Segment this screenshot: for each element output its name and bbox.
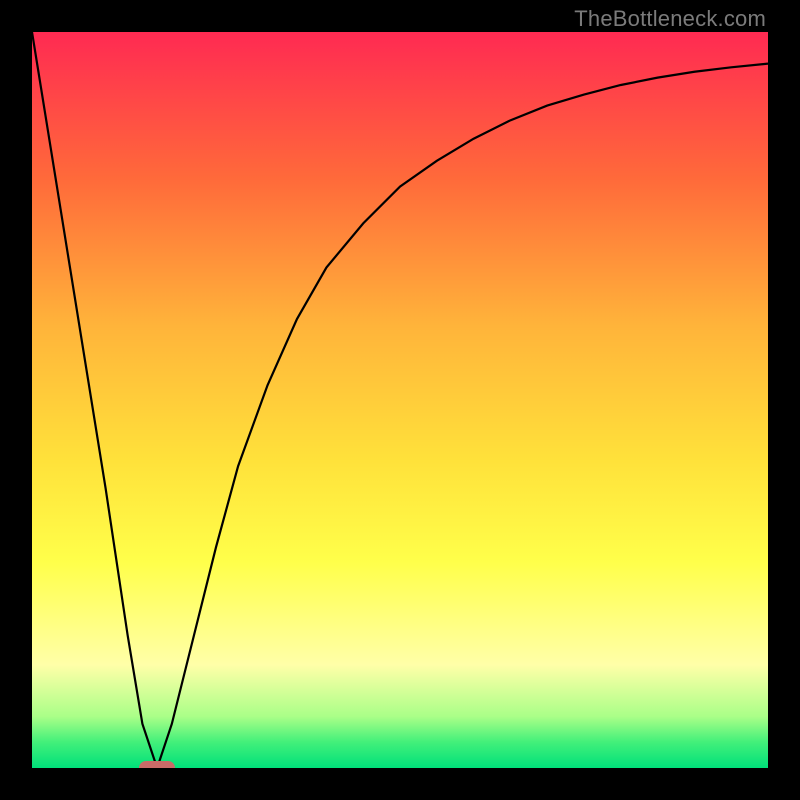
bottleneck-curve <box>32 32 768 768</box>
optimal-marker <box>139 761 175 768</box>
watermark-text: TheBottleneck.com <box>574 6 766 32</box>
chart-frame: TheBottleneck.com <box>0 0 800 800</box>
curve-layer <box>32 32 768 768</box>
plot-area <box>32 32 768 768</box>
